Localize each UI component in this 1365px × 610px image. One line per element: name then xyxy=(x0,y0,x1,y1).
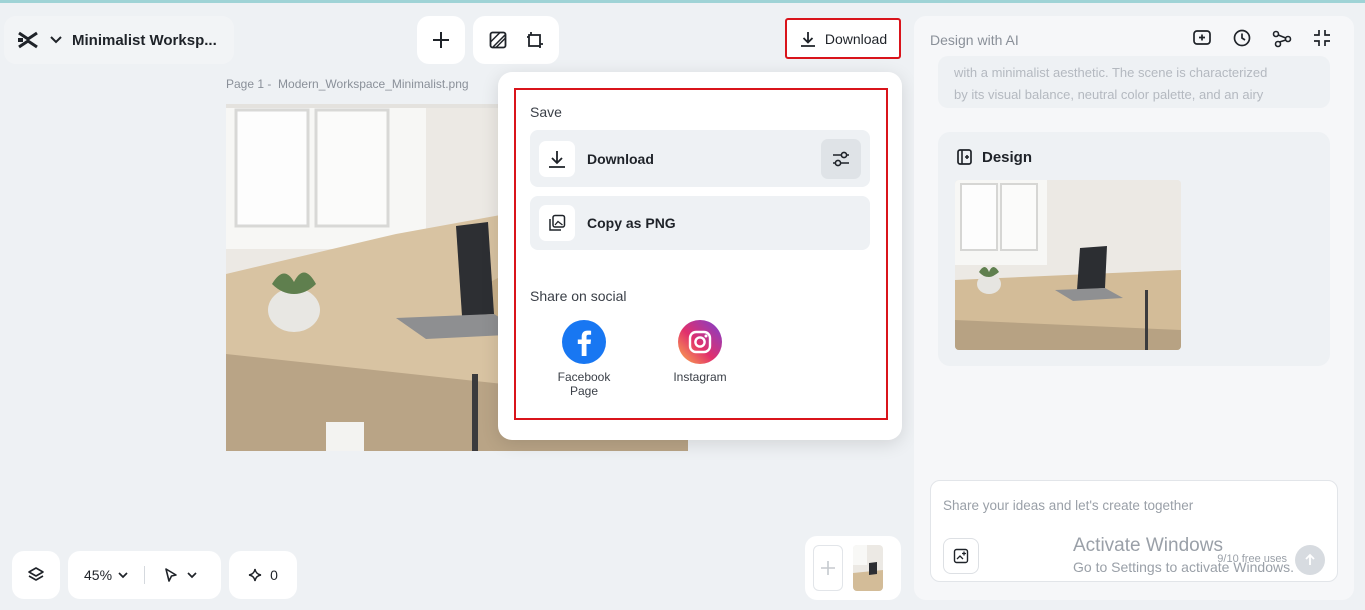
attach-image-button[interactable] xyxy=(943,538,979,574)
chevron-down-icon[interactable] xyxy=(118,571,128,579)
design-title: Design xyxy=(956,148,1032,166)
add-image-icon xyxy=(953,548,969,564)
capcut-logo-icon xyxy=(16,30,40,50)
download-option[interactable]: Download xyxy=(530,130,870,187)
zoom-controls: 45% xyxy=(68,551,221,599)
facebook-icon xyxy=(562,320,606,364)
design-card: Design xyxy=(938,132,1330,366)
layers-button[interactable] xyxy=(12,551,60,599)
page-label: Page 1 - Modern_Workspace_Minimalist.png xyxy=(226,77,469,91)
add-button[interactable] xyxy=(417,16,465,64)
top-accent-line xyxy=(0,0,1365,3)
prompt-placeholder: Share your ideas and let's create togeth… xyxy=(943,498,1194,513)
layers-icon xyxy=(27,566,45,584)
ai-design-panel: Design with AI with a minimalist aesthet… xyxy=(914,16,1354,600)
chevron-down-icon[interactable] xyxy=(187,571,197,579)
pages-strip xyxy=(805,536,901,600)
panel-toolbar xyxy=(1192,28,1332,48)
save-section-title: Save xyxy=(530,104,562,120)
share-section-title: Share on social xyxy=(530,288,627,304)
add-page-button[interactable] xyxy=(813,545,843,591)
credits-button[interactable]: 0 xyxy=(229,551,297,599)
sliders-icon xyxy=(832,150,850,168)
design-thumbnail[interactable] xyxy=(955,180,1181,350)
copy-image-icon xyxy=(539,205,575,241)
instagram-icon xyxy=(678,320,722,364)
canvas-tools xyxy=(473,16,559,64)
project-name[interactable]: Minimalist Worksp... xyxy=(72,32,217,49)
download-icon xyxy=(539,140,575,177)
facebook-label-line1: Facebook xyxy=(557,370,611,384)
background-remove-button[interactable] xyxy=(489,31,507,49)
download-button[interactable]: Download xyxy=(785,18,901,59)
panel-title: Design with AI xyxy=(930,32,1019,48)
history-icon[interactable] xyxy=(1232,28,1252,48)
new-chat-icon[interactable] xyxy=(1192,28,1212,48)
send-button[interactable] xyxy=(1295,545,1325,575)
download-settings-button[interactable] xyxy=(821,139,861,179)
ai-description: with a minimalist aesthetic. The scene i… xyxy=(938,56,1330,108)
download-button-label: Download xyxy=(824,30,888,47)
copy-as-png-option[interactable]: Copy as PNG xyxy=(530,196,870,250)
chevron-down-icon[interactable] xyxy=(50,36,62,44)
share-instagram[interactable]: Instagram xyxy=(655,320,745,384)
arrow-up-icon xyxy=(1303,553,1317,567)
popup-highlight-frame: Save Download Copy as PNG Share on socia… xyxy=(514,88,888,420)
divider xyxy=(144,566,146,584)
project-selector[interactable]: Minimalist Worksp... xyxy=(4,16,234,64)
sparkle-icon xyxy=(248,568,262,582)
download-popup: Save Download Copy as PNG Share on socia… xyxy=(498,72,902,440)
resize-button[interactable] xyxy=(526,31,544,49)
share-nodes-icon[interactable] xyxy=(1272,28,1292,48)
page-thumbnail[interactable] xyxy=(853,545,883,591)
plus-icon xyxy=(432,31,450,49)
share-facebook-page[interactable]: Facebook Page xyxy=(539,320,629,398)
download-option-label: Download xyxy=(587,150,654,167)
credits-count: 0 xyxy=(270,567,278,583)
file-name: Modern_Workspace_Minimalist.png xyxy=(278,77,469,91)
facebook-label-line2: Page xyxy=(569,384,599,398)
windows-activation-watermark: Activate Windows Go to Settings to activ… xyxy=(1073,535,1294,575)
collapse-icon[interactable] xyxy=(1312,28,1332,48)
zoom-level[interactable]: 45% xyxy=(84,567,112,583)
download-icon xyxy=(799,30,817,48)
copy-as-png-label: Copy as PNG xyxy=(587,215,676,231)
pointer-tool-icon[interactable] xyxy=(163,567,179,583)
instagram-label: Instagram xyxy=(673,370,727,384)
design-icon xyxy=(956,148,974,166)
